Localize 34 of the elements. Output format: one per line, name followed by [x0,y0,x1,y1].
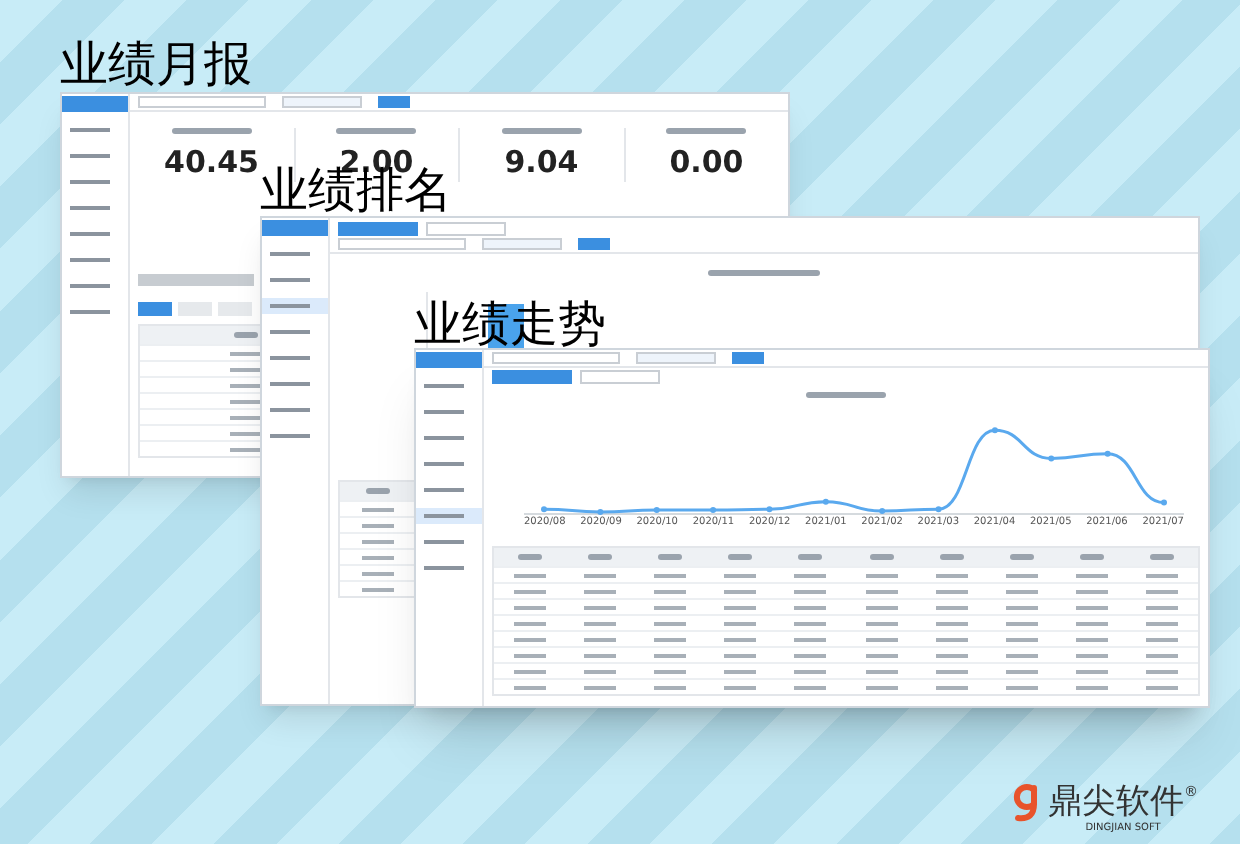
illegible-text [728,554,753,560]
illegible-text [1010,554,1035,560]
brand-name: 鼎尖软件 [1048,784,1184,822]
tab[interactable] [580,370,660,384]
stat-value: 0.00 [669,142,744,182]
stat-value: 40.45 [164,142,259,182]
illegible-text [501,128,582,134]
logo-icon [1012,784,1040,824]
illegible-text [336,128,417,134]
dropdown-field[interactable] [492,352,620,364]
illegible-text [806,392,886,398]
sidebar-item[interactable] [416,508,482,524]
illegible-text [1150,554,1175,560]
panel-title: 业绩月报 [60,36,252,92]
illegible-text [517,554,542,560]
date-field[interactable] [636,352,716,364]
sidebar-item[interactable] [262,298,328,314]
illegible-text [171,128,252,134]
dropdown-field[interactable] [338,238,466,250]
dropdown-field[interactable] [138,96,266,108]
illegible-text [798,554,823,560]
date-field[interactable] [282,96,362,108]
stat-value: 9.04 [504,142,579,182]
illegible-text [658,554,682,560]
illegible-text [1080,554,1105,560]
illegible-text [939,554,964,560]
illegible-text [587,554,612,560]
illegible-text [708,270,820,276]
tab[interactable] [426,222,506,236]
date-field[interactable] [482,238,562,250]
illegible-text [666,128,747,134]
illegible-text [869,554,894,560]
illegible-text [234,332,259,338]
illegible-text [365,488,389,494]
